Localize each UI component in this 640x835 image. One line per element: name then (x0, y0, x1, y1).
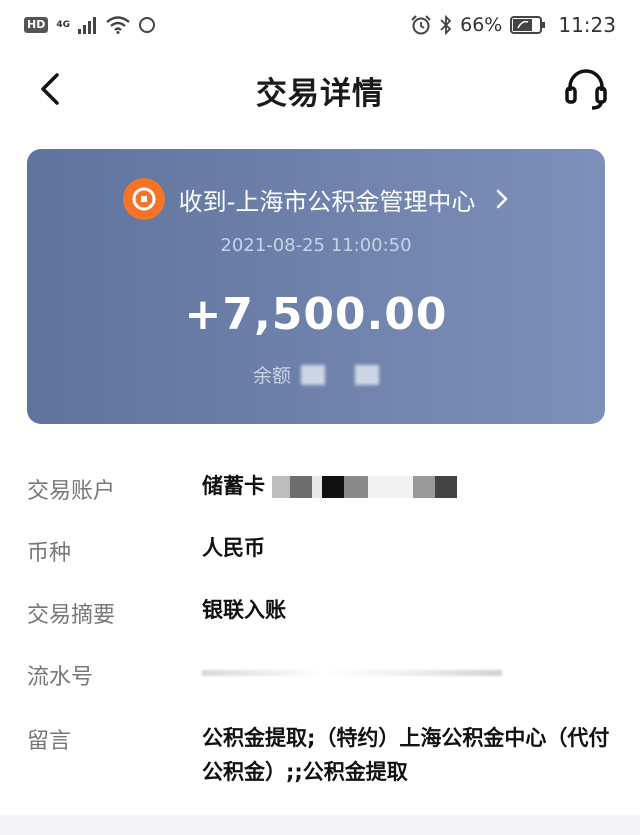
detail-label: 交易摘要 (27, 603, 116, 628)
alarm-icon (411, 15, 431, 35)
signal-icon (78, 17, 96, 34)
serial-mask (202, 670, 502, 676)
account-mask (435, 476, 458, 498)
status-left: HD 4G (24, 16, 156, 34)
detail-label: 留言 (27, 729, 72, 754)
balance-mask (301, 364, 325, 385)
balance-row: 余额 (27, 361, 605, 388)
clock: 11:23 (558, 13, 616, 37)
detail-value (202, 655, 612, 689)
account-mask (413, 476, 436, 498)
detail-label: 流水号 (27, 665, 94, 690)
account-type: 储蓄卡 (202, 474, 265, 498)
account-mask (368, 476, 414, 498)
account-mask (312, 476, 323, 498)
detail-value: 银联入账 (202, 598, 286, 622)
headset-icon (565, 69, 607, 110)
hd-badge: HD (24, 17, 49, 33)
account-mask (290, 476, 313, 498)
status-bar: HD 4G 66% 11:23 (0, 0, 640, 50)
account-mask (344, 476, 369, 498)
detail-value: 公积金提取;（特约）上海公积金中心（代付公积金）;;公积金提取 (202, 726, 610, 784)
network-type: 4G (56, 20, 70, 30)
back-button[interactable] (28, 67, 72, 111)
loading-icon (139, 17, 155, 33)
bluetooth-icon (440, 15, 452, 35)
footer-strip (0, 815, 640, 835)
balance-label: 余额 (252, 365, 291, 387)
wifi-icon (106, 16, 130, 34)
transaction-card: 收到-上海市公积金管理中心 2021-08-25 11:00:50 +7,500… (27, 149, 605, 424)
detail-label: 币种 (27, 541, 72, 566)
balance-mask (355, 364, 379, 385)
chevron-left-icon (41, 73, 59, 105)
detail-value: 人民币 (202, 536, 265, 560)
customer-service-button[interactable] (562, 65, 610, 113)
transaction-amount: +7,500.00 (184, 289, 448, 340)
account-mask (272, 476, 291, 498)
transaction-time: 2021-08-25 11:00:50 (220, 235, 412, 256)
detail-value: 储蓄卡 (202, 469, 612, 503)
battery-icon (510, 16, 546, 34)
bank-logo-icon (122, 178, 165, 220)
page-title: 交易详情 (256, 75, 384, 112)
nav-bar: 交易详情 (0, 55, 640, 125)
detail-label: 交易账户 (27, 479, 116, 504)
chevron-right-icon (497, 189, 508, 209)
payee-name: 收到-上海市公积金管理中心 (178, 187, 476, 216)
account-mask (322, 476, 345, 498)
battery-percent: 66% (460, 14, 503, 36)
payee-link[interactable]: 收到-上海市公积金管理中心 (27, 177, 605, 221)
status-right: 66% 11:23 (410, 13, 616, 37)
